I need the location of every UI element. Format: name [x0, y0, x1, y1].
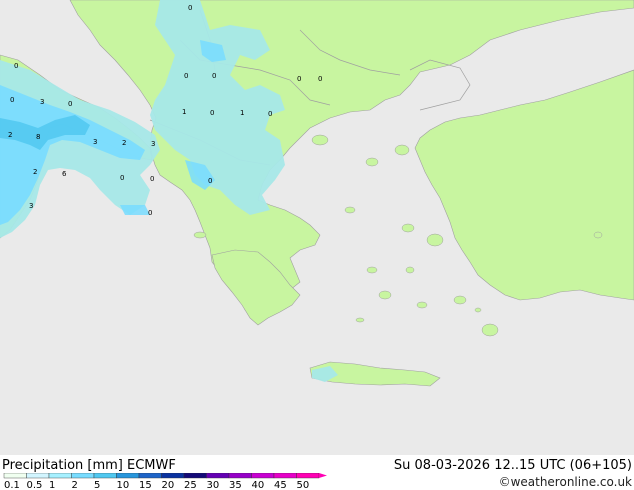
scale-tick-label: 50 — [297, 480, 310, 490]
scale-box — [161, 473, 185, 479]
scale-color-boxes — [3, 473, 327, 479]
map-label: 3 — [93, 138, 97, 146]
scale-tick-label: 40 — [252, 480, 265, 490]
map-label: 0 — [188, 4, 192, 12]
map-label: 0 — [68, 100, 72, 108]
scale-tick-label: 20 — [162, 480, 175, 490]
map-label: 0 — [150, 175, 154, 183]
credit-link[interactable]: ©weatheronline.co.uk — [499, 475, 632, 489]
map-label: 0 — [14, 62, 18, 70]
precipitation-map: 0 0 0 0 0 0 3 0 2 8 3 2 3 2 6 0 0 3 0 0 … — [0, 0, 634, 455]
scale-box — [228, 473, 252, 479]
map-datetime: Su 08-03-2026 12..15 UTC (06+105) — [393, 458, 632, 473]
scale-box — [296, 473, 320, 479]
scale-box — [3, 473, 27, 479]
scale-box — [71, 473, 95, 479]
scale-tick-label: 35 — [229, 480, 242, 490]
map-label: 0 — [120, 174, 124, 182]
scale-box — [273, 473, 297, 479]
scale-box — [138, 473, 162, 479]
map-label: 1 — [182, 108, 186, 116]
scale-tick-label: 0.1 — [4, 480, 20, 490]
map-label: 0 — [297, 75, 301, 83]
map-label: 3 — [40, 98, 44, 106]
scale-box — [26, 473, 50, 479]
map-label: 3 — [29, 202, 33, 210]
scale-box — [206, 473, 230, 479]
map-label: 3 — [151, 140, 155, 148]
scale-box — [93, 473, 117, 479]
map-label: 0 — [10, 96, 14, 104]
map-label: 0 — [318, 75, 322, 83]
map-label: 0 — [210, 109, 214, 117]
scale-tick-label: 5 — [94, 480, 100, 490]
map-label: 2 — [8, 131, 12, 139]
scale-box — [251, 473, 275, 479]
scale-tick-label: 25 — [184, 480, 197, 490]
scale-tick-label: 45 — [274, 480, 287, 490]
scale-box — [116, 473, 140, 479]
map-label: 2 — [122, 139, 126, 147]
scale-tick-label: 10 — [117, 480, 130, 490]
precip-mid-coast — [120, 205, 150, 215]
scale-tick-label: 0.5 — [27, 480, 43, 490]
scale-box — [183, 473, 207, 479]
scale-tick-label: 30 — [207, 480, 220, 490]
map-label: 1 — [240, 109, 244, 117]
precip-color-scale: 0.1 0.5 1 2 5 10 15 20 25 30 35 40 45 50 — [3, 473, 327, 490]
scale-tick-label: 2 — [72, 480, 78, 490]
map-label: 0 — [208, 177, 212, 185]
map-label: 0 — [148, 209, 152, 217]
scale-arrow — [319, 473, 327, 478]
footer-bar: Precipitation [mm] ECMWF Su 08-03-2026 1… — [0, 455, 634, 490]
map-label: 0 — [268, 110, 272, 118]
scale-tick-label: 15 — [139, 480, 152, 490]
map-label: 0 — [212, 72, 216, 80]
map-label: 0 — [184, 72, 188, 80]
scale-tick-label: 1 — [49, 480, 55, 490]
map-label: 2 — [33, 168, 37, 176]
map-svg: 0 0 0 0 0 0 3 0 2 8 3 2 3 2 6 0 0 3 0 0 … — [0, 0, 634, 455]
map-label: 6 — [62, 170, 67, 178]
scale-tick-labels: 0.1 0.5 1 2 5 10 15 20 25 30 35 40 45 50 — [4, 480, 309, 490]
map-label: 8 — [36, 133, 40, 141]
scale-box — [48, 473, 72, 479]
map-title: Precipitation [mm] ECMWF — [2, 458, 176, 473]
